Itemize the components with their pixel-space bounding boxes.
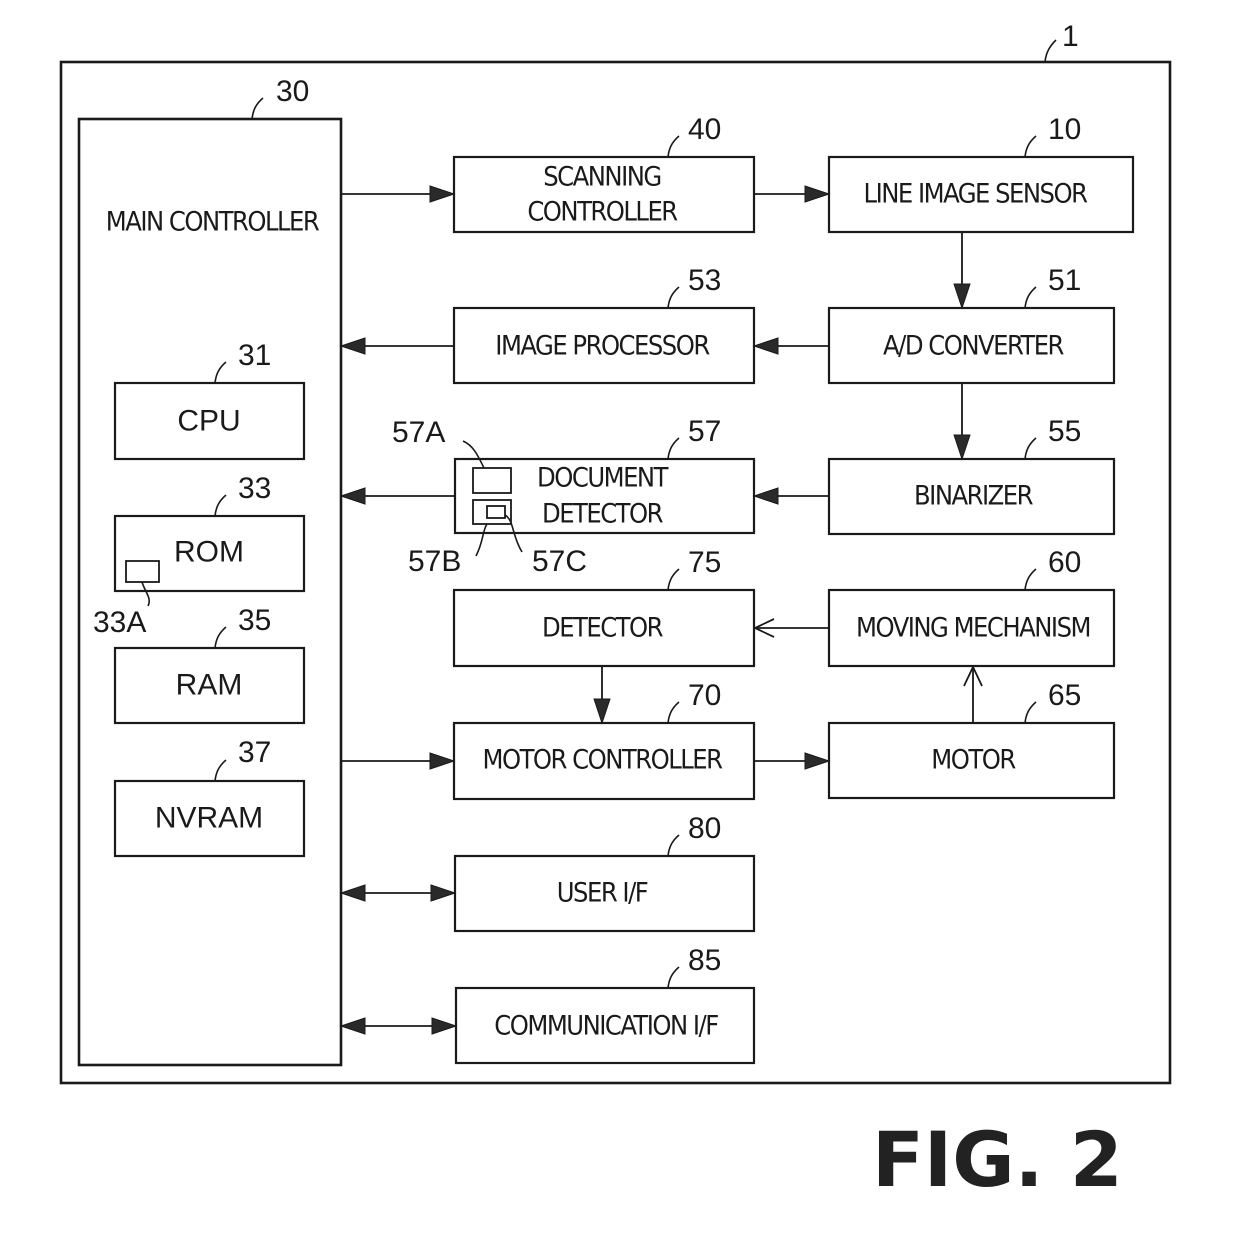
ad-converter-ref: 51	[1048, 264, 1081, 297]
document-detector-label-line1: DOCUMENT	[537, 463, 669, 494]
arrowhead-ad-to-binarizer	[953, 434, 971, 461]
figure-label: FIG. 2	[872, 1115, 1123, 1204]
user-if-ref-leader	[667, 834, 680, 857]
scanning-controller-label-line2: CONTROLLER	[527, 197, 678, 228]
arrowhead-main-to-userif	[430, 884, 457, 902]
rom-subunit-ref: 33A	[93, 606, 146, 639]
user-if-ref: 80	[688, 812, 721, 845]
detector-block: DETECTOR 75	[452, 546, 756, 668]
cpu-ref-leader	[214, 361, 227, 384]
nvram-ref-leader	[214, 759, 227, 782]
nvram-ref: 37	[238, 736, 271, 769]
scanning-controller-ref: 40	[688, 113, 721, 146]
ram-ref: 35	[238, 604, 271, 637]
arrowhead-ad-to-imageproc	[752, 337, 779, 355]
moving-mechanism-label: MOVING MECHANISM	[856, 613, 1090, 644]
ad-converter-block: A/D CONVERTER 51	[827, 264, 1116, 385]
cpu-block: CPU 31	[113, 339, 306, 461]
image-processor-ref: 53	[688, 264, 721, 297]
document-detector-subunit-57c	[486, 505, 506, 519]
user-if-label: USER I/F	[557, 878, 648, 909]
communication-if-label: COMMUNICATION I/F	[494, 1011, 718, 1042]
document-detector-label-line2: DETECTOR	[542, 499, 664, 530]
line-image-sensor-ref-leader	[1024, 135, 1037, 158]
arrowhead-commif-to-main	[339, 1017, 366, 1035]
image-processor-ref-leader	[667, 286, 680, 309]
user-if-block: USER I/F 80	[453, 812, 756, 933]
motor-controller-ref-leader	[667, 701, 680, 724]
document-detector-ref: 57	[688, 415, 721, 448]
binarizer-ref-leader	[1024, 437, 1037, 460]
rom-subunit-33a	[125, 560, 160, 583]
motor-controller-label: MOTOR CONTROLLER	[483, 745, 724, 776]
rom-ref: 33	[238, 472, 271, 505]
main-controller-ref: 30	[276, 75, 309, 108]
image-processor-label: IMAGE PROCESSOR	[495, 331, 710, 362]
binarizer-label: BINARIZER	[914, 481, 1034, 512]
detector-ref: 75	[688, 546, 721, 579]
arrowhead-main-to-scanning	[429, 185, 456, 203]
binarizer-block: BINARIZER 55	[827, 415, 1116, 536]
moving-mechanism-block: MOVING MECHANISM 60	[827, 546, 1116, 668]
arrowhead-detector-to-motorctrl	[593, 698, 611, 725]
arrowhead-imageproc-to-main	[339, 337, 366, 355]
device-ref: 1	[1062, 20, 1079, 53]
motor-block: MOTOR 65	[827, 679, 1116, 800]
line-image-sensor-block: LINE IMAGE SENSOR 10	[827, 113, 1135, 234]
rom-block: ROM 33A 33	[93, 472, 306, 639]
cpu-label: CPU	[177, 405, 240, 438]
communication-if-ref-leader	[667, 966, 680, 989]
subunit-57c-ref: 57C	[532, 545, 587, 578]
rom-ref-leader	[214, 494, 227, 517]
arrowhead-sensor-to-ad	[953, 283, 971, 310]
scanning-controller-block: SCANNING CONTROLLER 40	[452, 113, 756, 234]
binarizer-ref: 55	[1048, 415, 1081, 448]
block-diagram: 1 MAIN CONTROLLER 30 CPU 31 ROM 33A 33 R…	[59, 20, 1172, 1204]
main-controller-ref-leader	[251, 97, 264, 120]
ad-converter-label: A/D CONVERTER	[883, 331, 1065, 362]
arrowhead-userif-to-main	[339, 884, 366, 902]
communication-if-ref: 85	[688, 944, 721, 977]
scanning-controller-ref-leader	[667, 135, 680, 158]
communication-if-block: COMMUNICATION I/F 85	[454, 944, 756, 1065]
subunit-57a-ref: 57A	[392, 416, 445, 449]
motor-label: MOTOR	[931, 745, 1016, 776]
arrowhead-docdetector-to-main	[339, 487, 366, 505]
arrowhead-main-to-motorctrl	[429, 752, 456, 770]
document-detector-ref-leader	[667, 437, 680, 460]
ad-converter-ref-leader	[1024, 286, 1037, 309]
device-ref-leader	[1044, 39, 1057, 63]
motor-controller-ref: 70	[688, 679, 721, 712]
arrowhead-binarizer-to-docdetector	[752, 487, 779, 505]
image-processor-block: IMAGE PROCESSOR 53	[452, 264, 756, 385]
nvram-block: NVRAM 37	[113, 736, 306, 858]
arrowhead-motorctrl-to-motor	[804, 752, 831, 770]
arrowhead-scanning-to-sensor	[804, 185, 831, 203]
document-detector-subunit-57a	[472, 467, 512, 494]
ram-label: RAM	[176, 669, 243, 702]
line-image-sensor-ref: 10	[1048, 113, 1081, 146]
ram-ref-leader	[214, 626, 227, 649]
cpu-ref: 31	[238, 339, 271, 372]
line-image-sensor-label: LINE IMAGE SENSOR	[864, 179, 1089, 210]
main-controller-label: MAIN CONTROLLER	[106, 207, 320, 238]
moving-mechanism-ref: 60	[1048, 546, 1081, 579]
moving-mechanism-ref-leader	[1024, 568, 1037, 591]
nvram-label: NVRAM	[155, 802, 263, 835]
subunit-57b-ref: 57B	[408, 545, 461, 578]
motor-ref: 65	[1048, 679, 1081, 712]
detector-ref-leader	[667, 568, 680, 591]
detector-label: DETECTOR	[542, 613, 664, 644]
arrowhead-main-to-commif	[431, 1017, 458, 1035]
rom-label: ROM	[174, 536, 244, 569]
scanning-controller-label-line1: SCANNING	[543, 162, 661, 193]
motor-ref-leader	[1024, 701, 1037, 724]
motor-controller-block: MOTOR CONTROLLER 70	[452, 679, 756, 801]
